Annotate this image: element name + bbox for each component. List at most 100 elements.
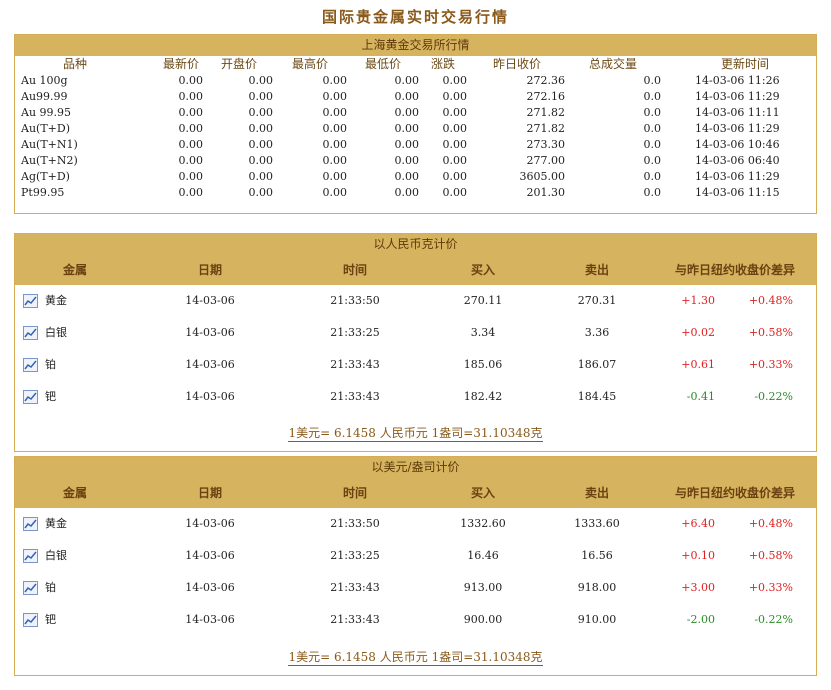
line-chart-icon[interactable]	[23, 294, 38, 308]
sge-column-header: 总成交量	[588, 57, 637, 71]
quote-cell: 0.00	[178, 90, 204, 103]
time-value: 21:33:43	[330, 581, 380, 594]
product-name: Au(T+N2)	[21, 154, 78, 167]
quote-cell: 0.00	[442, 106, 468, 119]
quote-cell: 0.0	[643, 90, 662, 103]
rmb-table-body: 黄金 14-03-06 21:33:50 270.11 270.31 +1.30 +0.48…	[15, 285, 816, 413]
time-value: 21:33:50	[330, 294, 380, 307]
rmb-column-header: 日期	[197, 263, 222, 277]
quote-cell: 0.00	[442, 186, 468, 199]
table-row: Au(T+N2) 0.00 0.00 0.00 0.00 0.00 277.00 0.0 14-…	[15, 153, 816, 169]
line-chart-icon[interactable]	[23, 358, 38, 372]
usd-column-header: 与昨日纽约收盘价差异	[674, 486, 795, 500]
quote-cell: 0.0	[643, 138, 662, 151]
quote-cell: 0.00	[248, 74, 274, 87]
metal-name: 白银	[45, 549, 67, 562]
metal-name: 黄金	[45, 294, 67, 307]
buy-value: 16.46	[467, 549, 499, 562]
quote-cell: 0.0	[643, 122, 662, 135]
time-value: 21:33:43	[330, 613, 380, 626]
rmb-column-header: 买入	[470, 263, 495, 277]
change-value: -2.00	[686, 613, 715, 626]
usd-conversion-note: 1美元= 6.1458 人民币元 1盎司=31.10348克	[288, 650, 543, 666]
quote-cell: 0.00	[322, 154, 348, 167]
quote-cell: 0.00	[248, 106, 274, 119]
quote-cell: 0.00	[322, 138, 348, 151]
line-chart-icon[interactable]	[23, 549, 38, 563]
time-value: 21:33:43	[330, 358, 380, 371]
time-value: 21:33:25	[330, 549, 380, 562]
table-row: 白银 14-03-06 21:33:25 16.46 16.56 +0.10 +0.58%	[15, 540, 816, 572]
quote-cell: 3605.00	[519, 170, 566, 183]
quote-cell: 0.00	[178, 122, 204, 135]
table-row: Au99.99 0.00 0.00 0.00 0.00 0.00 272.16 0.0 14-0…	[15, 89, 816, 105]
quote-cell: 0.00	[442, 154, 468, 167]
table-row: Pt99.95 0.00 0.00 0.00 0.00 0.00 201.30 0.0 14-0…	[15, 185, 816, 201]
date-value: 14-03-06	[185, 581, 235, 594]
table-row: Au 100g 0.00 0.00 0.00 0.00 0.00 272.36 0.0 14-0…	[15, 73, 816, 89]
usd-column-header: 日期	[197, 486, 222, 500]
quote-cell: 0.0	[643, 154, 662, 167]
rmb-column-header: 金属	[62, 263, 87, 277]
change-percent: -0.22%	[754, 613, 793, 626]
metal-name: 白银	[45, 326, 67, 339]
table-row: Au(T+N1) 0.00 0.00 0.00 0.00 0.00 273.30 0.0 14-…	[15, 137, 816, 153]
buy-value: 1332.60	[460, 517, 506, 530]
sell-value: 186.07	[577, 358, 617, 371]
usd-table-header: 金属 日期 时间 买入 卖出 与昨日纽约收盘价差异	[15, 478, 816, 508]
change-percent: +0.33%	[748, 581, 793, 594]
quote-cell: 273.30	[526, 138, 566, 151]
sge-table-body: Au 100g 0.00 0.00 0.00 0.00 0.00 272.36 0.0 14-0…	[15, 73, 816, 201]
rmb-column-header: 与昨日纽约收盘价差异	[674, 263, 795, 277]
change-value: +3.00	[681, 581, 715, 594]
quote-cell: 0.00	[248, 122, 274, 135]
quote-cell: 14-03-06 06:40	[695, 154, 780, 167]
sell-value: 16.56	[581, 549, 613, 562]
sge-column-header: 昨日收价	[492, 57, 541, 71]
rmb-conversion-note: 1美元= 6.1458 人民币元 1盎司=31.10348克	[288, 426, 543, 442]
quote-cell: 0.0	[643, 186, 662, 199]
date-value: 14-03-06	[185, 549, 235, 562]
rmb-column-header: 时间	[342, 263, 367, 277]
quote-cell: 0.00	[322, 186, 348, 199]
quote-cell: 271.82	[526, 106, 566, 119]
quote-cell: 0.00	[322, 106, 348, 119]
change-value: +1.30	[681, 294, 715, 307]
line-chart-icon[interactable]	[23, 390, 38, 404]
buy-value: 3.34	[470, 326, 496, 339]
time-value: 21:33:43	[330, 390, 380, 403]
metal-name: 铂	[45, 358, 56, 371]
sge-column-header: 最低价	[364, 57, 401, 71]
buy-value: 913.00	[463, 581, 503, 594]
sge-column-header: 更新时间	[720, 57, 769, 71]
line-chart-icon[interactable]	[23, 326, 38, 340]
line-chart-icon[interactable]	[23, 517, 38, 531]
change-percent: -0.22%	[754, 390, 793, 403]
page-title: 国际贵金属实时交易行情	[321, 8, 509, 26]
line-chart-icon[interactable]	[23, 581, 38, 595]
table-row: 黄金 14-03-06 21:33:50 1332.60 1333.60 +6.40 +0.…	[15, 508, 816, 540]
change-value: +6.40	[681, 517, 715, 530]
change-value: -0.41	[686, 390, 715, 403]
change-percent: +0.58%	[748, 549, 793, 562]
usd-column-header: 买入	[470, 486, 495, 500]
quote-cell: 0.00	[394, 170, 420, 183]
product-name: Au 100g	[21, 74, 68, 87]
sge-panel-heading: 上海黄金交易所行情	[15, 35, 816, 56]
sell-value: 910.00	[577, 613, 617, 626]
quote-cell: 0.00	[442, 138, 468, 151]
quote-cell: 0.00	[248, 90, 274, 103]
quote-cell: 0.00	[394, 186, 420, 199]
sell-value: 1333.60	[574, 517, 620, 530]
line-chart-icon[interactable]	[23, 613, 38, 627]
change-percent: +0.33%	[748, 358, 793, 371]
change-value: +0.02	[681, 326, 715, 339]
sge-column-header: 品种	[62, 57, 87, 71]
rmb-panel-heading: 以人民币克计价	[15, 234, 816, 255]
change-percent: +0.58%	[748, 326, 793, 339]
sge-table-header: 品种 最新价 开盘价 最高价 最低价 涨跌 昨日收价 总成交量 更新时间	[15, 56, 816, 73]
quote-cell: 201.30	[526, 186, 566, 199]
table-row: Au 99.95 0.00 0.00 0.00 0.00 0.00 271.82 0.0 14-…	[15, 105, 816, 121]
product-name: Pt99.95	[21, 186, 65, 199]
quote-cell: 0.00	[394, 122, 420, 135]
